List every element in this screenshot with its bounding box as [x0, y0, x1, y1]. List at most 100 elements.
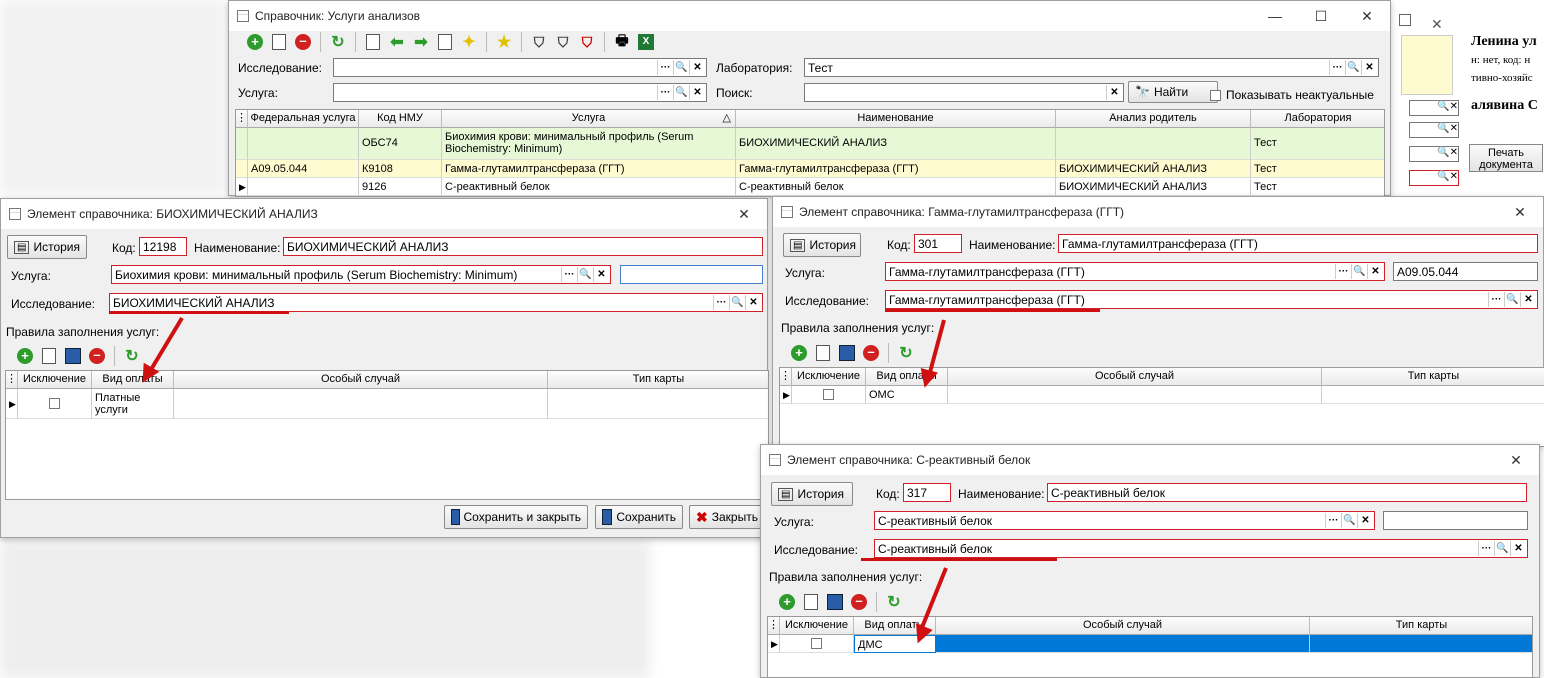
bg-field-2[interactable]: 🔍✕ [1409, 122, 1459, 138]
close-button[interactable]: ✕ [1497, 197, 1543, 227]
bg-field-3[interactable]: 🔍✕ [1409, 146, 1459, 162]
maximize-button[interactable]: ☐ [1298, 1, 1344, 31]
col-payment[interactable]: Вид оплаты [92, 371, 174, 389]
delete-icon[interactable]: – [293, 32, 313, 52]
ellipsis-icon[interactable]: ··· [657, 85, 673, 100]
col-card-type[interactable]: Тип карты [1310, 617, 1532, 635]
payment-cell[interactable]: Платные услуги [92, 389, 174, 419]
save-button[interactable]: Сохранить [595, 505, 683, 529]
research-field[interactable]: Гамма-глутамилтрансфераза (ГГТ) ··· 🔍 ✕ [885, 290, 1538, 309]
refresh-icon[interactable]: ↻ [328, 32, 348, 52]
delete-icon[interactable]: – [849, 592, 869, 612]
special-cell[interactable] [948, 386, 1322, 404]
ellipsis-icon[interactable]: ··· [1329, 60, 1345, 75]
search-icon[interactable]: 🔍 [1345, 60, 1361, 75]
col-exclusion[interactable]: Исключение [18, 371, 92, 389]
exclusion-checkbox[interactable] [823, 389, 834, 400]
ellipsis-icon[interactable]: ··· [1488, 292, 1504, 307]
special-cell[interactable] [936, 635, 1310, 653]
add-icon[interactable]: + [245, 32, 265, 52]
table-row[interactable]: ▶ 9126 С-реактивный белок С-реактивный б… [236, 178, 1384, 196]
arrow-right-icon[interactable]: ➡ [411, 32, 431, 52]
table-row[interactable]: ▶ Платные услуги [6, 389, 768, 419]
save-close-button[interactable]: Сохранить и закрыть [444, 505, 588, 529]
col-card-type[interactable]: Тип карты [548, 371, 768, 389]
refresh-icon[interactable]: ↻ [122, 346, 142, 366]
close-button[interactable]: ✕ [721, 199, 767, 229]
name-field[interactable]: БИОХИМИЧЕСКИЙ АНАЛИЗ [283, 237, 763, 256]
arrow-left-icon[interactable]: ⬅ [387, 32, 407, 52]
research-input[interactable]: ··· 🔍 ✕ [333, 58, 707, 77]
save-icon[interactable] [837, 343, 857, 363]
table-row-selected[interactable]: ▶ ДМС [768, 635, 1532, 653]
research-field[interactable]: БИОХИМИЧЕСКИЙ АНАЛИЗ ··· 🔍 ✕ [109, 293, 763, 312]
clear-icon[interactable]: ✕ [1361, 60, 1377, 75]
filter-clear-icon[interactable]: ⛉ [577, 32, 597, 52]
search-icon[interactable]: 🔍 [1504, 292, 1520, 307]
col-exclusion[interactable]: Исключение [792, 368, 866, 386]
ellipsis-icon[interactable]: ··· [1325, 513, 1341, 528]
checkbox[interactable] [1210, 89, 1221, 101]
history-button[interactable]: ▤ История [7, 235, 87, 259]
col-special[interactable]: Особый случай [174, 371, 548, 389]
col-service[interactable]: Услуга △ [442, 110, 736, 128]
payment-cell[interactable]: ОМС [866, 386, 948, 404]
ellipsis-icon[interactable]: ··· [561, 267, 577, 282]
close-icon[interactable]: ✕ [1431, 16, 1443, 33]
col-special[interactable]: Особый случай [936, 617, 1310, 635]
close-button[interactable]: ✕ [1344, 1, 1390, 31]
ellipsis-icon[interactable]: ··· [657, 60, 673, 75]
bg-field-4[interactable]: 🔍✕ [1409, 170, 1459, 186]
ellipsis-icon[interactable]: ··· [713, 295, 729, 310]
ellipsis-icon[interactable]: ··· [1335, 264, 1351, 279]
refresh-icon[interactable]: ↻ [884, 592, 904, 612]
print-document-button[interactable]: Печать документа [1469, 144, 1543, 172]
name-field[interactable]: С-реактивный белок [1047, 483, 1527, 502]
add-icon[interactable]: + [15, 346, 35, 366]
save-icon[interactable] [63, 346, 83, 366]
table-row[interactable]: A09.05.044 К9108 Гамма-глутамилтрансфера… [236, 160, 1384, 178]
history-button[interactable]: ▤ История [771, 482, 853, 506]
col-special[interactable]: Особый случай [948, 368, 1322, 386]
edit-icon[interactable] [801, 592, 821, 612]
service-field[interactable]: Биохимия крови: минимальный профиль (Ser… [111, 265, 611, 284]
edit-icon[interactable] [39, 346, 59, 366]
clear-icon[interactable]: ✕ [1106, 85, 1122, 100]
clear-icon[interactable]: ✕ [1520, 292, 1536, 307]
code-field[interactable]: 12198 [139, 237, 187, 256]
clear-icon[interactable]: ✕ [745, 295, 761, 310]
search-icon[interactable]: 🔍 [729, 295, 745, 310]
clear-icon[interactable]: ✕ [1357, 513, 1373, 528]
hierarchy-icon[interactable] [363, 32, 383, 52]
card-type-cell[interactable] [548, 389, 768, 419]
search-icon[interactable]: 🔍 [673, 85, 689, 100]
close-dialog-button[interactable]: ✖ Закрыть [689, 505, 769, 529]
col-card-type[interactable]: Тип карты [1322, 368, 1544, 386]
service-field[interactable]: Гамма-глутамилтрансфераза (ГГТ) ··· 🔍 ✕ [885, 262, 1385, 281]
search-icon[interactable]: 🔍 [673, 60, 689, 75]
close-button[interactable]: ✕ [1493, 445, 1539, 475]
fed-code-field[interactable] [1383, 511, 1528, 530]
table-row[interactable]: ОБС74 Биохимия крови: минимальный профил… [236, 128, 1384, 160]
clear-icon[interactable]: ✕ [689, 85, 705, 100]
delete-icon[interactable]: – [87, 346, 107, 366]
show-inactive-checkbox[interactable]: Показывать неактуальные [1210, 88, 1374, 102]
fed-code-field[interactable] [620, 265, 763, 284]
maximize-icon[interactable] [1399, 14, 1411, 26]
save-icon[interactable] [825, 592, 845, 612]
clear-icon[interactable]: ✕ [689, 60, 705, 75]
search-icon[interactable]: 🔍 [1341, 513, 1357, 528]
research-field[interactable]: С-реактивный белок ··· 🔍 ✕ [874, 539, 1528, 558]
history-button[interactable]: ▤ История [783, 233, 861, 257]
minimize-button[interactable]: — [1252, 1, 1298, 31]
search-icon[interactable]: 🔍 [1494, 541, 1510, 556]
table-row[interactable]: ▶ ОМС [780, 386, 1544, 404]
refresh-icon[interactable]: ↻ [896, 343, 916, 363]
edit-icon[interactable] [269, 32, 289, 52]
col-name[interactable]: Наименование [736, 110, 1056, 128]
edit-icon[interactable] [813, 343, 833, 363]
service-field[interactable]: С-реактивный белок ··· 🔍 ✕ [874, 511, 1375, 530]
card-type-cell[interactable] [1322, 386, 1544, 404]
search-icon[interactable]: 🔍 [1351, 264, 1367, 279]
lab-input[interactable]: Тест ··· 🔍 ✕ [804, 58, 1379, 77]
